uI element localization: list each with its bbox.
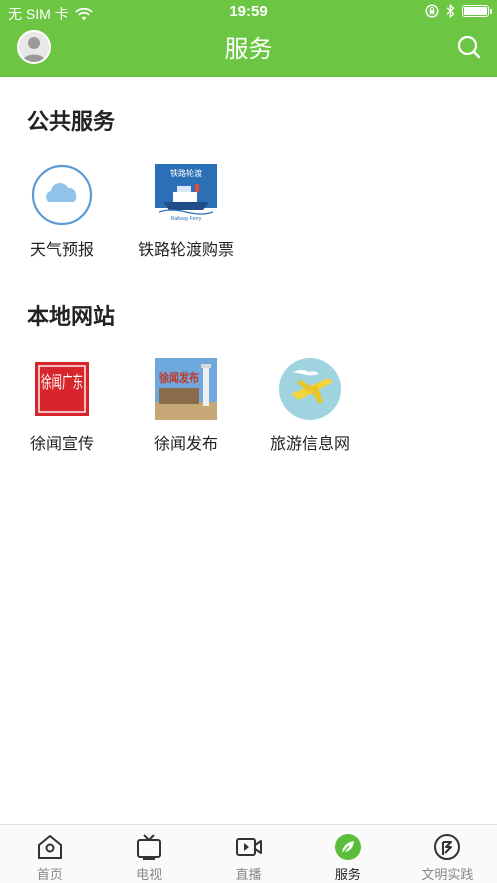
site-label: 旅游信息网 (269, 434, 350, 453)
service-leaf-icon (334, 834, 361, 860)
tab-label: 电视 (136, 868, 163, 883)
tab-civilization-practice[interactable]: 文明实践 (398, 825, 497, 883)
status-right (425, 4, 492, 18)
ferry-logo-text: 铁路轮渡 (170, 168, 202, 178)
tv-icon (137, 834, 162, 860)
battery-icon (462, 5, 492, 17)
release-logo-text: 徐闻发布 (158, 370, 199, 385)
ferry-logo-subtext: Railway Ferry (171, 216, 202, 222)
site-label: 徐闻宣传 (29, 434, 94, 453)
live-video-icon (235, 838, 262, 856)
tab-tv[interactable]: 电视 (99, 825, 198, 883)
search-button[interactable] (455, 33, 483, 61)
section-title-public-services: 公共服务 (27, 110, 116, 135)
airplane-icon (279, 358, 341, 420)
tab-label: 文明实践 (421, 868, 474, 883)
site-tile-xuwen-promotion[interactable]: 徐闻广东 徐闻宣传 (2, 358, 122, 454)
tab-label: 首页 (36, 868, 63, 883)
tab-service[interactable]: 服务 (298, 825, 397, 883)
site-label: 徐闻发布 (153, 434, 218, 453)
header: 服务 (0, 26, 497, 77)
tab-live[interactable]: 直播 (199, 825, 298, 883)
home-icon (37, 835, 62, 859)
bluetooth-icon (446, 4, 455, 18)
app: 无 SIM 卡 19:59 服务 公共服务 天气预报 铁路轮渡 Railway … (0, 0, 497, 883)
site-tile-tourism-info[interactable]: 旅游信息网 (250, 358, 370, 454)
railway-ferry-icon: 铁路轮渡 Railway Ferry (155, 164, 217, 226)
xuwen-release-icon: 徐闻发布 (155, 358, 217, 420)
tab-home[interactable]: 首页 (0, 825, 99, 883)
service-tile-weather[interactable]: 天气预报 (2, 164, 122, 260)
service-label: 铁路轮渡购票 (137, 240, 234, 259)
tab-label: 直播 (235, 868, 262, 883)
xuwen-seal-icon: 徐闻广东 (31, 358, 93, 420)
tab-bar: 首页 电视 直播 服务 文明实践 (0, 824, 497, 883)
civilization-practice-icon (434, 834, 461, 860)
site-tile-xuwen-release[interactable]: 徐闻发布 徐闻发布 (126, 358, 246, 454)
service-label: 天气预报 (29, 240, 94, 259)
status-time: 19:59 (229, 3, 268, 20)
orientation-lock-icon (425, 4, 439, 18)
weather-cloud-icon (31, 164, 93, 226)
status-bar: 无 SIM 卡 19:59 (0, 0, 497, 26)
section-title-local-websites: 本地网站 (27, 305, 116, 330)
search-icon (457, 35, 481, 59)
page-title: 服务 (224, 35, 273, 63)
tab-label: 服务 (334, 868, 361, 883)
top-bar: 无 SIM 卡 19:59 服务 (0, 0, 497, 77)
seal-text: 徐闻广东 (41, 373, 83, 393)
service-tile-railway-ferry[interactable]: 铁路轮渡 Railway Ferry 铁路轮渡购票 (126, 164, 246, 260)
